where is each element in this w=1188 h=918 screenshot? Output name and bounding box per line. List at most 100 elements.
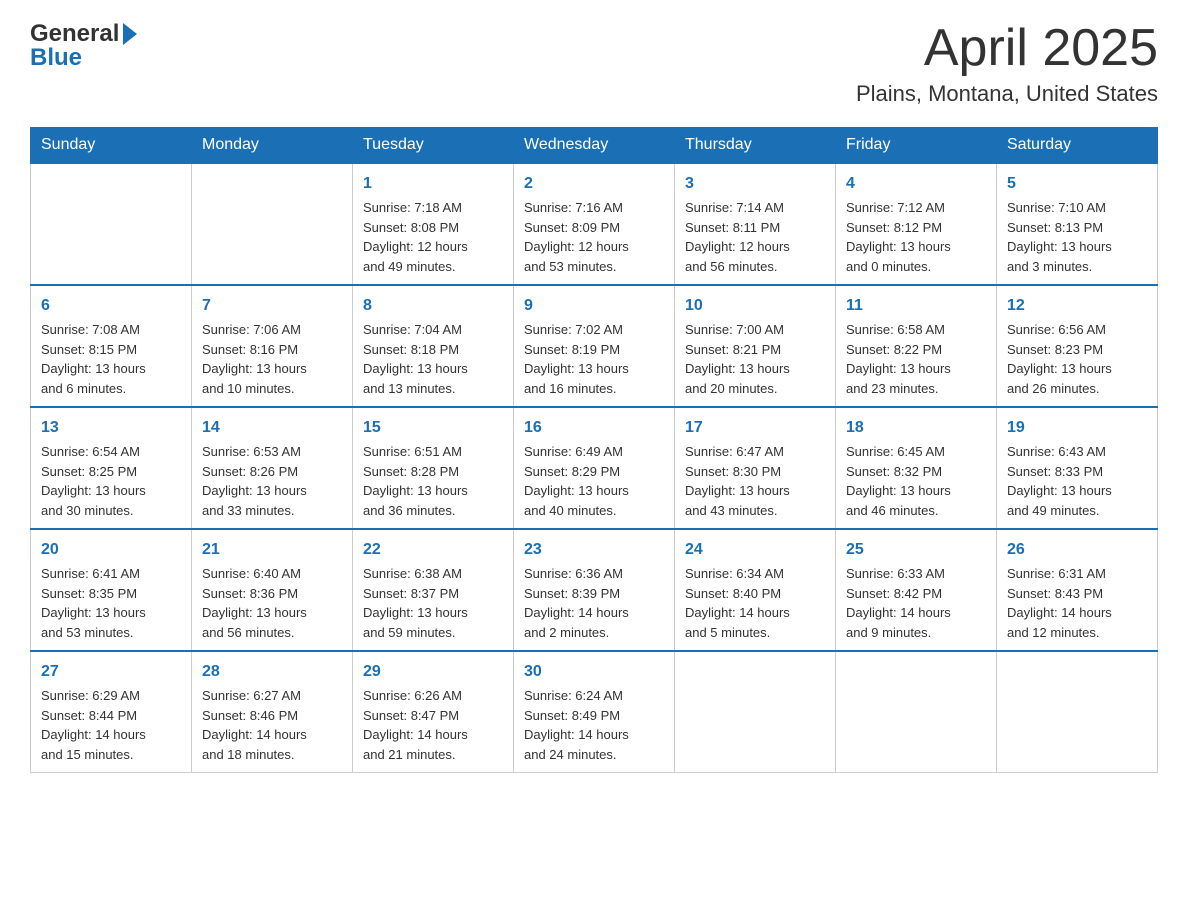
calendar-cell: 29Sunrise: 6:26 AM Sunset: 8:47 PM Dayli… <box>353 651 514 773</box>
day-info: Sunrise: 6:54 AM Sunset: 8:25 PM Dayligh… <box>41 442 181 520</box>
calendar-cell: 7Sunrise: 7:06 AM Sunset: 8:16 PM Daylig… <box>192 285 353 407</box>
header-monday: Monday <box>192 128 353 164</box>
calendar-cell: 16Sunrise: 6:49 AM Sunset: 8:29 PM Dayli… <box>514 407 675 529</box>
calendar-week-4: 20Sunrise: 6:41 AM Sunset: 8:35 PM Dayli… <box>31 529 1158 651</box>
day-number: 6 <box>41 294 181 318</box>
calendar-cell: 12Sunrise: 6:56 AM Sunset: 8:23 PM Dayli… <box>997 285 1158 407</box>
day-info: Sunrise: 6:34 AM Sunset: 8:40 PM Dayligh… <box>685 564 825 642</box>
day-number: 24 <box>685 538 825 562</box>
day-info: Sunrise: 6:40 AM Sunset: 8:36 PM Dayligh… <box>202 564 342 642</box>
calendar-cell: 24Sunrise: 6:34 AM Sunset: 8:40 PM Dayli… <box>675 529 836 651</box>
header-thursday: Thursday <box>675 128 836 164</box>
day-number: 7 <box>202 294 342 318</box>
day-number: 12 <box>1007 294 1147 318</box>
calendar-cell: 5Sunrise: 7:10 AM Sunset: 8:13 PM Daylig… <box>997 163 1158 285</box>
day-number: 13 <box>41 416 181 440</box>
calendar-week-3: 13Sunrise: 6:54 AM Sunset: 8:25 PM Dayli… <box>31 407 1158 529</box>
day-info: Sunrise: 6:43 AM Sunset: 8:33 PM Dayligh… <box>1007 442 1147 520</box>
logo: General Blue <box>30 20 137 72</box>
calendar-cell: 19Sunrise: 6:43 AM Sunset: 8:33 PM Dayli… <box>997 407 1158 529</box>
day-info: Sunrise: 6:58 AM Sunset: 8:22 PM Dayligh… <box>846 320 986 398</box>
calendar-cell: 22Sunrise: 6:38 AM Sunset: 8:37 PM Dayli… <box>353 529 514 651</box>
day-number: 20 <box>41 538 181 562</box>
calendar-cell: 26Sunrise: 6:31 AM Sunset: 8:43 PM Dayli… <box>997 529 1158 651</box>
calendar-cell: 13Sunrise: 6:54 AM Sunset: 8:25 PM Dayli… <box>31 407 192 529</box>
day-number: 4 <box>846 172 986 196</box>
title-block: April 2025 Plains, Montana, United State… <box>856 20 1158 107</box>
calendar-cell: 20Sunrise: 6:41 AM Sunset: 8:35 PM Dayli… <box>31 529 192 651</box>
day-info: Sunrise: 6:27 AM Sunset: 8:46 PM Dayligh… <box>202 686 342 764</box>
day-info: Sunrise: 6:26 AM Sunset: 8:47 PM Dayligh… <box>363 686 503 764</box>
calendar-cell <box>31 163 192 285</box>
day-info: Sunrise: 6:47 AM Sunset: 8:30 PM Dayligh… <box>685 442 825 520</box>
day-number: 26 <box>1007 538 1147 562</box>
calendar-cell: 9Sunrise: 7:02 AM Sunset: 8:19 PM Daylig… <box>514 285 675 407</box>
calendar-cell: 18Sunrise: 6:45 AM Sunset: 8:32 PM Dayli… <box>836 407 997 529</box>
day-number: 16 <box>524 416 664 440</box>
day-number: 14 <box>202 416 342 440</box>
day-number: 10 <box>685 294 825 318</box>
day-info: Sunrise: 6:36 AM Sunset: 8:39 PM Dayligh… <box>524 564 664 642</box>
header-sunday: Sunday <box>31 128 192 164</box>
day-number: 3 <box>685 172 825 196</box>
day-number: 30 <box>524 660 664 684</box>
day-info: Sunrise: 6:41 AM Sunset: 8:35 PM Dayligh… <box>41 564 181 642</box>
day-info: Sunrise: 6:29 AM Sunset: 8:44 PM Dayligh… <box>41 686 181 764</box>
day-number: 9 <box>524 294 664 318</box>
calendar-cell: 28Sunrise: 6:27 AM Sunset: 8:46 PM Dayli… <box>192 651 353 773</box>
day-info: Sunrise: 6:24 AM Sunset: 8:49 PM Dayligh… <box>524 686 664 764</box>
day-number: 17 <box>685 416 825 440</box>
day-info: Sunrise: 7:12 AM Sunset: 8:12 PM Dayligh… <box>846 198 986 276</box>
calendar-week-2: 6Sunrise: 7:08 AM Sunset: 8:15 PM Daylig… <box>31 285 1158 407</box>
calendar-week-5: 27Sunrise: 6:29 AM Sunset: 8:44 PM Dayli… <box>31 651 1158 773</box>
day-info: Sunrise: 6:53 AM Sunset: 8:26 PM Dayligh… <box>202 442 342 520</box>
day-number: 11 <box>846 294 986 318</box>
header-friday: Friday <box>836 128 997 164</box>
calendar-cell <box>836 651 997 773</box>
header-wednesday: Wednesday <box>514 128 675 164</box>
day-info: Sunrise: 7:18 AM Sunset: 8:08 PM Dayligh… <box>363 198 503 276</box>
calendar-cell: 8Sunrise: 7:04 AM Sunset: 8:18 PM Daylig… <box>353 285 514 407</box>
day-number: 19 <box>1007 416 1147 440</box>
calendar-cell <box>675 651 836 773</box>
day-number: 5 <box>1007 172 1147 196</box>
day-number: 21 <box>202 538 342 562</box>
calendar-week-1: 1Sunrise: 7:18 AM Sunset: 8:08 PM Daylig… <box>31 163 1158 285</box>
day-info: Sunrise: 6:49 AM Sunset: 8:29 PM Dayligh… <box>524 442 664 520</box>
calendar-cell: 6Sunrise: 7:08 AM Sunset: 8:15 PM Daylig… <box>31 285 192 407</box>
day-info: Sunrise: 6:51 AM Sunset: 8:28 PM Dayligh… <box>363 442 503 520</box>
day-number: 28 <box>202 660 342 684</box>
day-number: 18 <box>846 416 986 440</box>
day-info: Sunrise: 6:33 AM Sunset: 8:42 PM Dayligh… <box>846 564 986 642</box>
day-info: Sunrise: 7:00 AM Sunset: 8:21 PM Dayligh… <box>685 320 825 398</box>
day-info: Sunrise: 6:38 AM Sunset: 8:37 PM Dayligh… <box>363 564 503 642</box>
day-info: Sunrise: 7:02 AM Sunset: 8:19 PM Dayligh… <box>524 320 664 398</box>
day-info: Sunrise: 7:16 AM Sunset: 8:09 PM Dayligh… <box>524 198 664 276</box>
day-info: Sunrise: 7:04 AM Sunset: 8:18 PM Dayligh… <box>363 320 503 398</box>
day-info: Sunrise: 6:31 AM Sunset: 8:43 PM Dayligh… <box>1007 564 1147 642</box>
day-info: Sunrise: 7:08 AM Sunset: 8:15 PM Dayligh… <box>41 320 181 398</box>
logo-blue-text: Blue <box>30 44 82 72</box>
calendar-cell: 15Sunrise: 6:51 AM Sunset: 8:28 PM Dayli… <box>353 407 514 529</box>
day-number: 23 <box>524 538 664 562</box>
day-number: 22 <box>363 538 503 562</box>
header-saturday: Saturday <box>997 128 1158 164</box>
calendar-cell <box>192 163 353 285</box>
day-info: Sunrise: 7:06 AM Sunset: 8:16 PM Dayligh… <box>202 320 342 398</box>
calendar-cell: 17Sunrise: 6:47 AM Sunset: 8:30 PM Dayli… <box>675 407 836 529</box>
day-info: Sunrise: 6:56 AM Sunset: 8:23 PM Dayligh… <box>1007 320 1147 398</box>
day-number: 8 <box>363 294 503 318</box>
day-number: 27 <box>41 660 181 684</box>
page-header: General Blue April 2025 Plains, Montana,… <box>30 20 1158 107</box>
calendar-cell: 10Sunrise: 7:00 AM Sunset: 8:21 PM Dayli… <box>675 285 836 407</box>
calendar-cell: 3Sunrise: 7:14 AM Sunset: 8:11 PM Daylig… <box>675 163 836 285</box>
calendar-cell: 11Sunrise: 6:58 AM Sunset: 8:22 PM Dayli… <box>836 285 997 407</box>
calendar-cell: 14Sunrise: 6:53 AM Sunset: 8:26 PM Dayli… <box>192 407 353 529</box>
calendar-cell: 27Sunrise: 6:29 AM Sunset: 8:44 PM Dayli… <box>31 651 192 773</box>
calendar-header-row: SundayMondayTuesdayWednesdayThursdayFrid… <box>31 128 1158 164</box>
day-info: Sunrise: 6:45 AM Sunset: 8:32 PM Dayligh… <box>846 442 986 520</box>
calendar-cell: 30Sunrise: 6:24 AM Sunset: 8:49 PM Dayli… <box>514 651 675 773</box>
calendar-cell: 1Sunrise: 7:18 AM Sunset: 8:08 PM Daylig… <box>353 163 514 285</box>
day-number: 25 <box>846 538 986 562</box>
calendar-cell: 4Sunrise: 7:12 AM Sunset: 8:12 PM Daylig… <box>836 163 997 285</box>
